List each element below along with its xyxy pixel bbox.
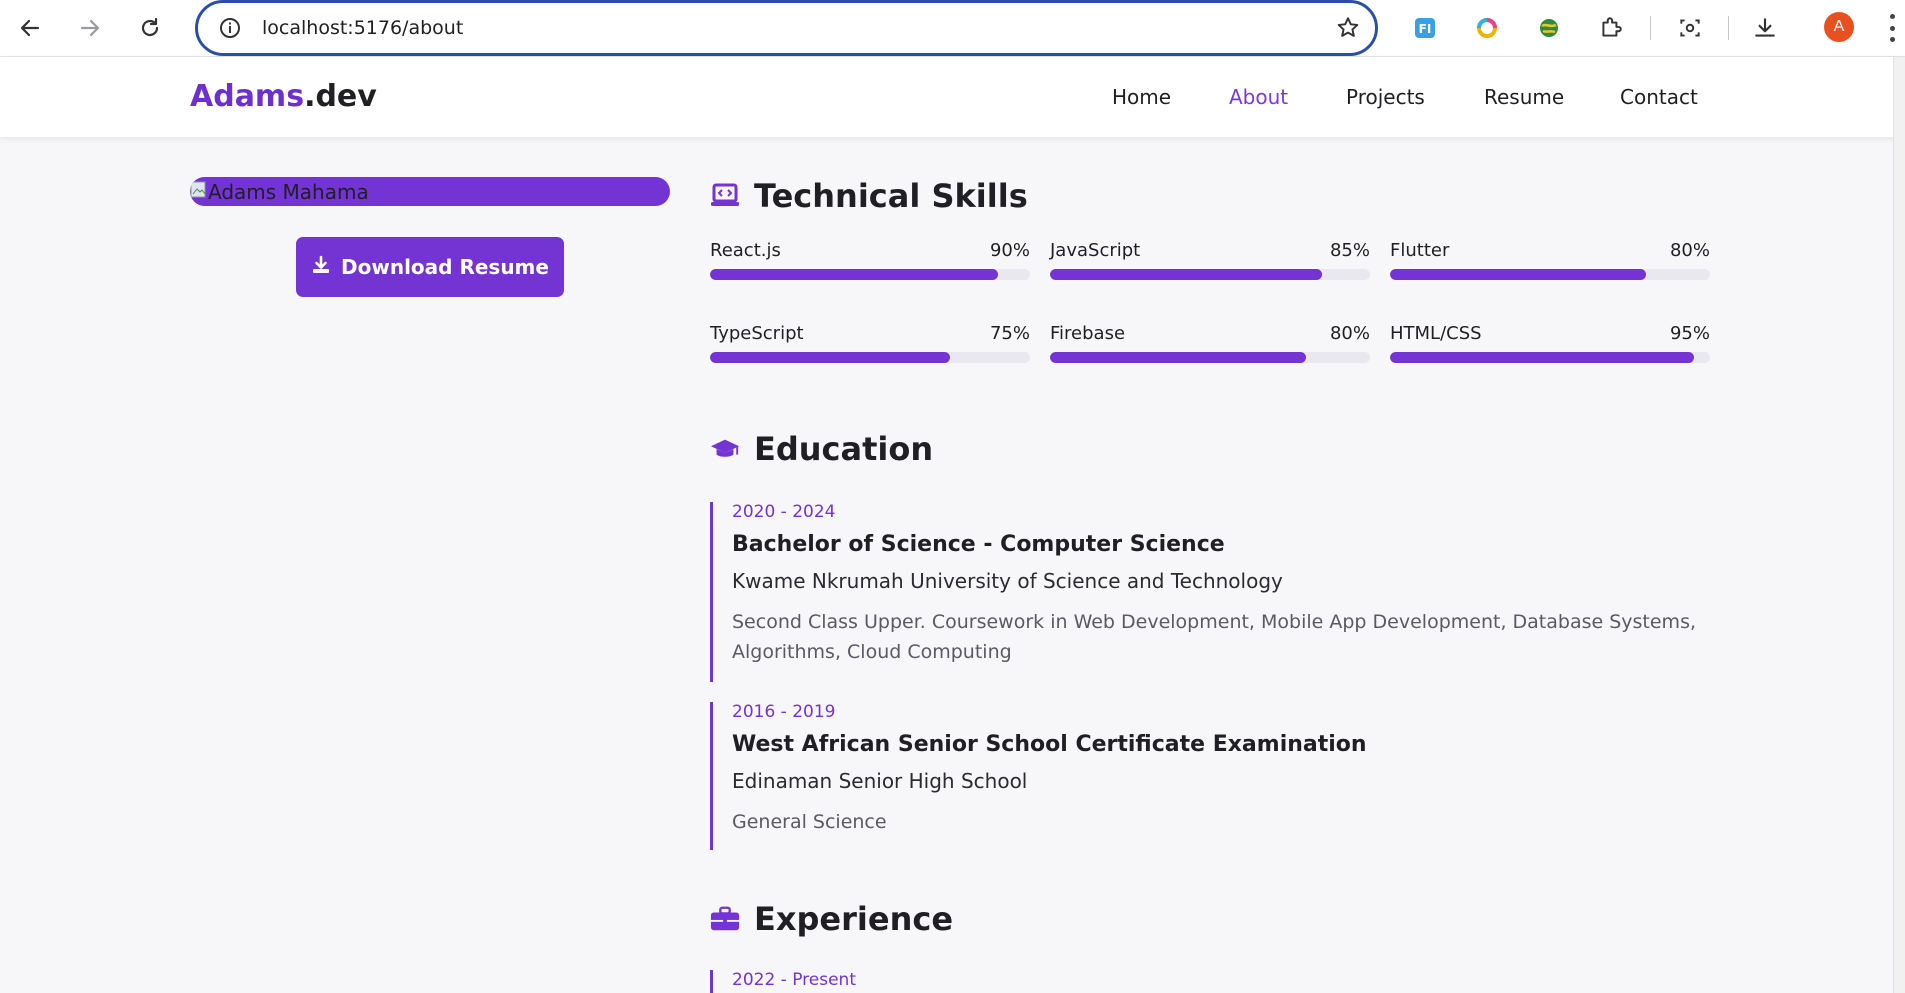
graduation-cap-icon [710,434,740,464]
nav-contact[interactable]: Contact [1620,85,1698,109]
browser-toolbar: localhost:5176/about FI A [0,0,1905,57]
profile-photo-alt: Adams Mahama [208,180,369,204]
profile-avatar[interactable]: A [1824,12,1854,42]
skill-bar-fill [1390,269,1646,280]
skill-name: Flutter [1390,240,1450,261]
download-icon[interactable] [1750,13,1780,43]
skill-item: HTML/CSS 95% [1390,323,1710,363]
skill-item: React.js 90% [710,240,1030,280]
skill-percent: 90% [989,240,1030,261]
skill-bar-fill [710,269,998,280]
nav-about[interactable]: About [1229,85,1288,109]
education-heading: Education [710,430,933,468]
skill-item: TypeScript 75% [710,323,1030,363]
nav-projects[interactable]: Projects [1346,85,1425,109]
skill-bar-fill [1050,269,1322,280]
toolbar-divider [1650,16,1651,40]
skill-bar [1050,269,1370,280]
experience-entry: 2022 - Present [710,970,1710,993]
briefcase-icon [710,904,740,934]
site-header: Adams.dev Home About Projects Resume Con… [0,57,1905,137]
education-period: 2016 - 2019 [732,702,836,722]
skill-percent: 80% [1329,323,1370,344]
skill-bar [1050,352,1370,363]
download-resume-button[interactable]: Download Resume [296,237,564,297]
skill-name: Firebase [1050,323,1126,344]
screenshot-icon[interactable] [1675,13,1705,43]
menu-icon[interactable] [1888,14,1896,42]
education-entry: 2020 - 2024 Bachelor of Science - Comput… [710,502,1710,682]
skill-name: React.js [710,240,781,261]
reload-icon[interactable] [132,10,168,46]
skills-heading: Technical Skills [710,177,1028,215]
skill-percent: 95% [1669,323,1710,344]
skill-percent: 85% [1329,240,1370,261]
skill-bar-fill [710,352,950,363]
education-school: Kwame Nkrumah University of Science and … [732,569,1283,593]
laptop-code-icon [710,181,740,211]
skill-bar [1390,269,1710,280]
url-text: localhost:5176/about [262,17,464,39]
experience-title: Experience [754,900,954,938]
experience-period: 2022 - Present [732,970,856,990]
skill-percent: 80% [1669,240,1710,261]
education-description: Second Class Upper. Coursework in Web De… [732,611,1697,663]
profile-photo: Adams Mahama [190,177,670,206]
skill-name: JavaScript [1050,240,1141,261]
skill-bar [710,269,1030,280]
skill-bar-fill [1390,352,1694,363]
skill-percent: 75% [989,323,1030,344]
star-icon[interactable] [1335,15,1361,41]
skill-name: HTML/CSS [1390,323,1482,344]
nav-resume[interactable]: Resume [1484,85,1564,109]
back-icon[interactable] [12,10,48,46]
skills-title: Technical Skills [754,177,1028,215]
experience-heading: Experience [710,900,953,938]
skill-bar [1390,352,1710,363]
skill-item: JavaScript 85% [1050,240,1370,280]
download-icon [311,255,331,280]
education-degree: West African Senior School Certificate E… [732,732,1367,757]
extension-globe-icon[interactable] [1534,13,1564,43]
education-school: Edinaman Senior High School [732,769,1028,793]
address-bar[interactable]: localhost:5176/about [195,0,1378,56]
skill-item: Firebase 80% [1050,323,1370,363]
skill-item: Flutter 80% [1390,240,1710,280]
extension-fi-icon[interactable]: FI [1410,13,1440,43]
info-icon[interactable] [218,16,242,40]
extension-ring-icon[interactable] [1472,13,1502,43]
education-degree: Bachelor of Science - Computer Science [732,532,1225,557]
skill-bar [710,352,1030,363]
skill-name: TypeScript [710,323,804,344]
brand-suffix: .dev [304,79,377,114]
toolbar-divider [1728,16,1729,40]
brand-name: Adams [190,79,305,114]
brand-logo[interactable]: Adams.dev [190,79,377,114]
education-description: General Science [732,811,887,833]
nav-home[interactable]: Home [1112,85,1171,109]
education-entry: 2016 - 2019 West African Senior School C… [710,702,1710,850]
education-title: Education [754,430,934,468]
education-period: 2020 - 2024 [732,502,836,522]
forward-icon[interactable] [72,10,108,46]
svg-text:FI: FI [1419,22,1432,36]
scrollbar[interactable] [1893,57,1905,993]
puzzle-icon[interactable] [1596,13,1626,43]
skill-bar-fill [1050,352,1306,363]
download-resume-label: Download Resume [341,255,549,279]
broken-image-icon [190,181,206,198]
